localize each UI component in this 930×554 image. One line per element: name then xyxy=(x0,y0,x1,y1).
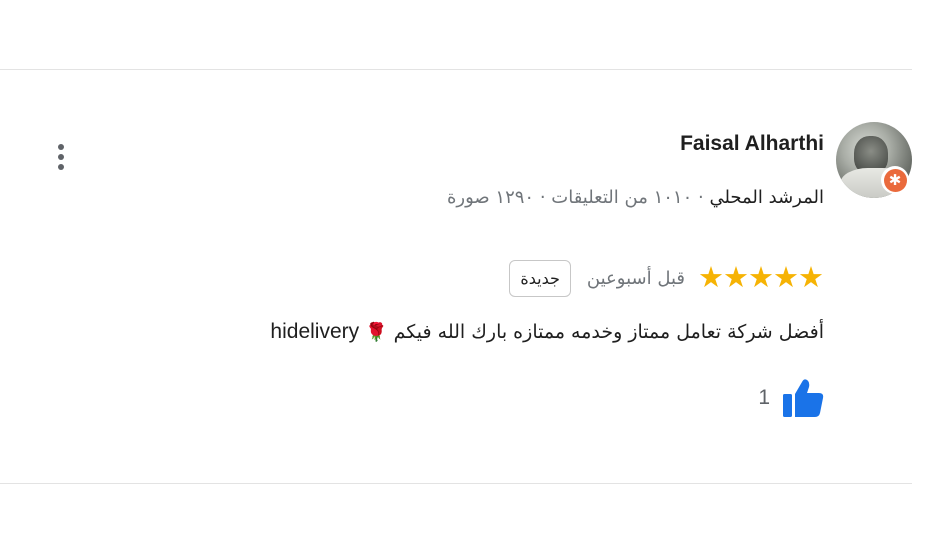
star-rating: ★ ★ ★ ★ ★ xyxy=(698,261,824,294)
more-vert-icon-dot xyxy=(58,164,64,170)
star-icon: ★ xyxy=(773,261,799,294)
reviewer-name[interactable]: Faisal Alharthi xyxy=(680,132,824,156)
star-icon: ★ xyxy=(698,261,724,294)
more-vert-icon-dot xyxy=(58,144,64,150)
local-guide-star-icon: ✱ xyxy=(883,168,907,192)
local-guide-badge: ✱ xyxy=(881,166,909,194)
review-text: أفضل شركة تعامل ممتاز وخدمه ممتازه بارك … xyxy=(270,320,824,344)
review-text-arabic: أفضل شركة تعامل ممتاز وخدمه ممتازه بارك … xyxy=(393,321,824,343)
like-row: 1 xyxy=(758,378,824,418)
reviewer-stats: · ١٠١٠ من التعليقات · ١٢٩٠ صورة xyxy=(446,187,704,208)
review-time: قبل أسبوعين xyxy=(586,267,685,289)
like-count: 1 xyxy=(758,386,770,409)
star-icon: ★ xyxy=(748,261,774,294)
more-vert-icon-dot xyxy=(58,154,64,160)
review-text-english: hidelivery xyxy=(270,320,360,343)
reviewer-meta: المرشد المحلي · ١٠١٠ من التعليقات · ١٢٩٠… xyxy=(447,187,824,208)
rating-row: ★ ★ ★ ★ ★ قبل أسبوعين جديدة xyxy=(509,258,824,298)
rose-emoji: 🌹 xyxy=(365,322,388,343)
thumb-up-icon[interactable] xyxy=(782,378,824,418)
review-card: ✱ Faisal Alharthi المرشد المحلي · ١٠١٠ م… xyxy=(0,70,930,483)
reviewer-role: المرشد المحلي xyxy=(709,187,824,208)
new-badge: جديدة xyxy=(509,259,571,297)
bottom-divider xyxy=(0,483,912,484)
more-options-button[interactable] xyxy=(50,142,72,172)
star-icon: ★ xyxy=(723,261,749,294)
star-icon: ★ xyxy=(798,261,824,294)
